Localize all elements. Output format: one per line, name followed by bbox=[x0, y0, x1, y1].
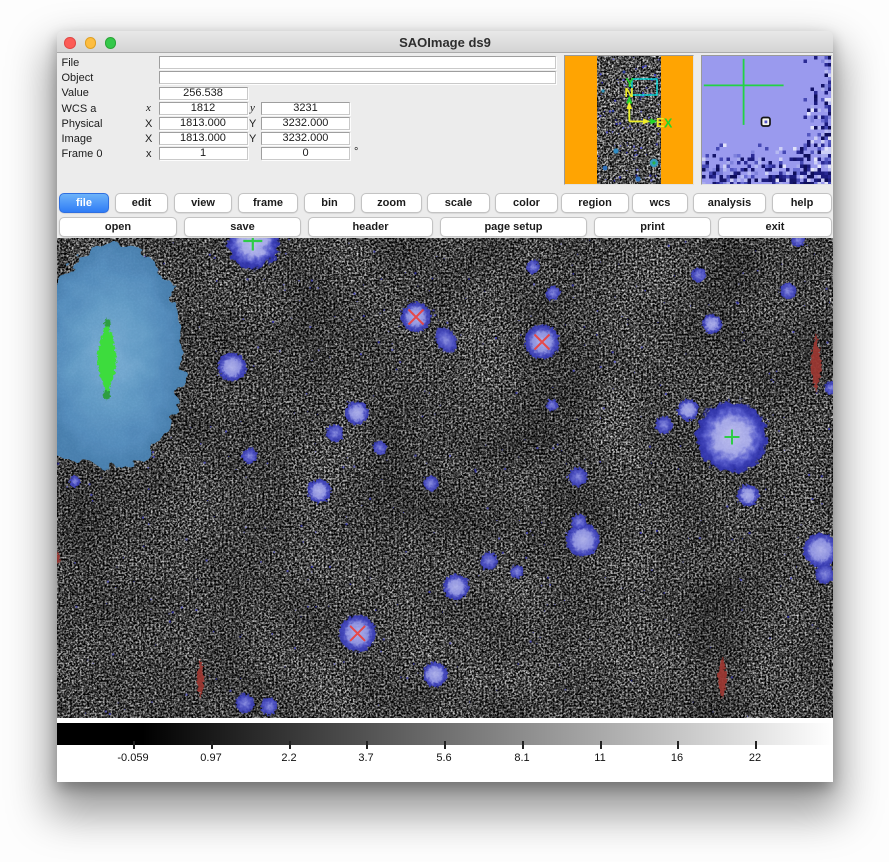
svg-text:X: X bbox=[664, 117, 673, 131]
svg-text:N: N bbox=[625, 86, 634, 100]
svg-text:E: E bbox=[656, 116, 664, 130]
